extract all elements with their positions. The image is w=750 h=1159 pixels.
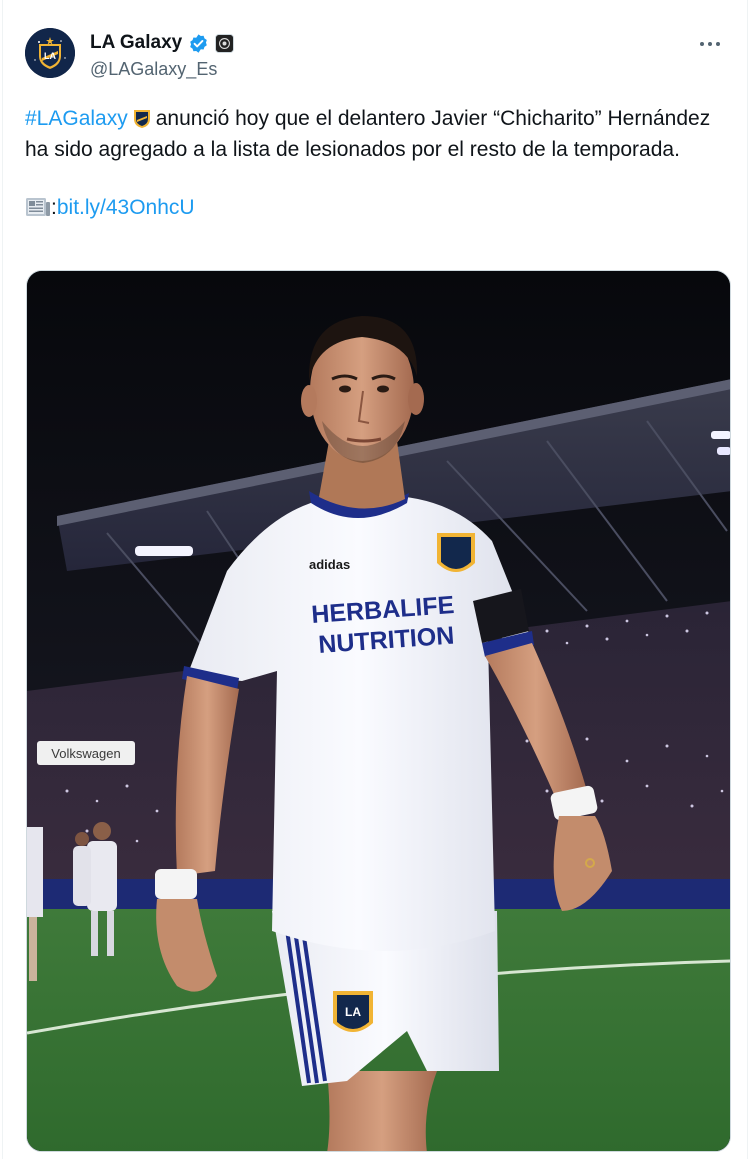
la-galaxy-crest-icon [133, 110, 150, 128]
display-name[interactable]: LA Galaxy [90, 32, 182, 54]
account-names: LA Galaxy @LAGalaxy_Es [90, 30, 235, 80]
short-link[interactable]: bit.ly/43OnhcU [57, 196, 195, 219]
jersey-brand-text: adidas [309, 557, 350, 572]
tweet-card[interactable]: LA LA Galaxy @LAGalaxy_Es #LAGalaxy anun… [2, 0, 748, 1159]
la-galaxy-crest-icon: LA [25, 28, 75, 78]
affiliate-badge-icon[interactable] [215, 33, 235, 53]
avatar-crest-text: LA [44, 51, 56, 61]
tweet-header: LA LA Galaxy @LAGalaxy_Es [25, 28, 725, 82]
more-options-icon[interactable] [695, 32, 725, 56]
tweet-photo[interactable]: Volkswagen LA adidas HERBALIFE NUTRITION [26, 270, 731, 1152]
stadium-sign-text: Volkswagen [51, 746, 120, 761]
hashtag-link[interactable]: #LAGalaxy [25, 107, 128, 130]
shorts-crest-text: LA [345, 1005, 361, 1019]
account-handle[interactable]: @LAGalaxy_Es [90, 59, 234, 80]
wristband-left [155, 869, 197, 899]
stadium-light [135, 546, 193, 556]
avatar[interactable]: LA [25, 28, 75, 78]
newspaper-icon [26, 198, 50, 216]
tweet-text: #LAGalaxy anunció hoy que el delantero J… [25, 104, 725, 224]
player-photo: Volkswagen LA adidas HERBALIFE NUTRITION [27, 271, 730, 1151]
verified-badge-icon [190, 33, 208, 53]
